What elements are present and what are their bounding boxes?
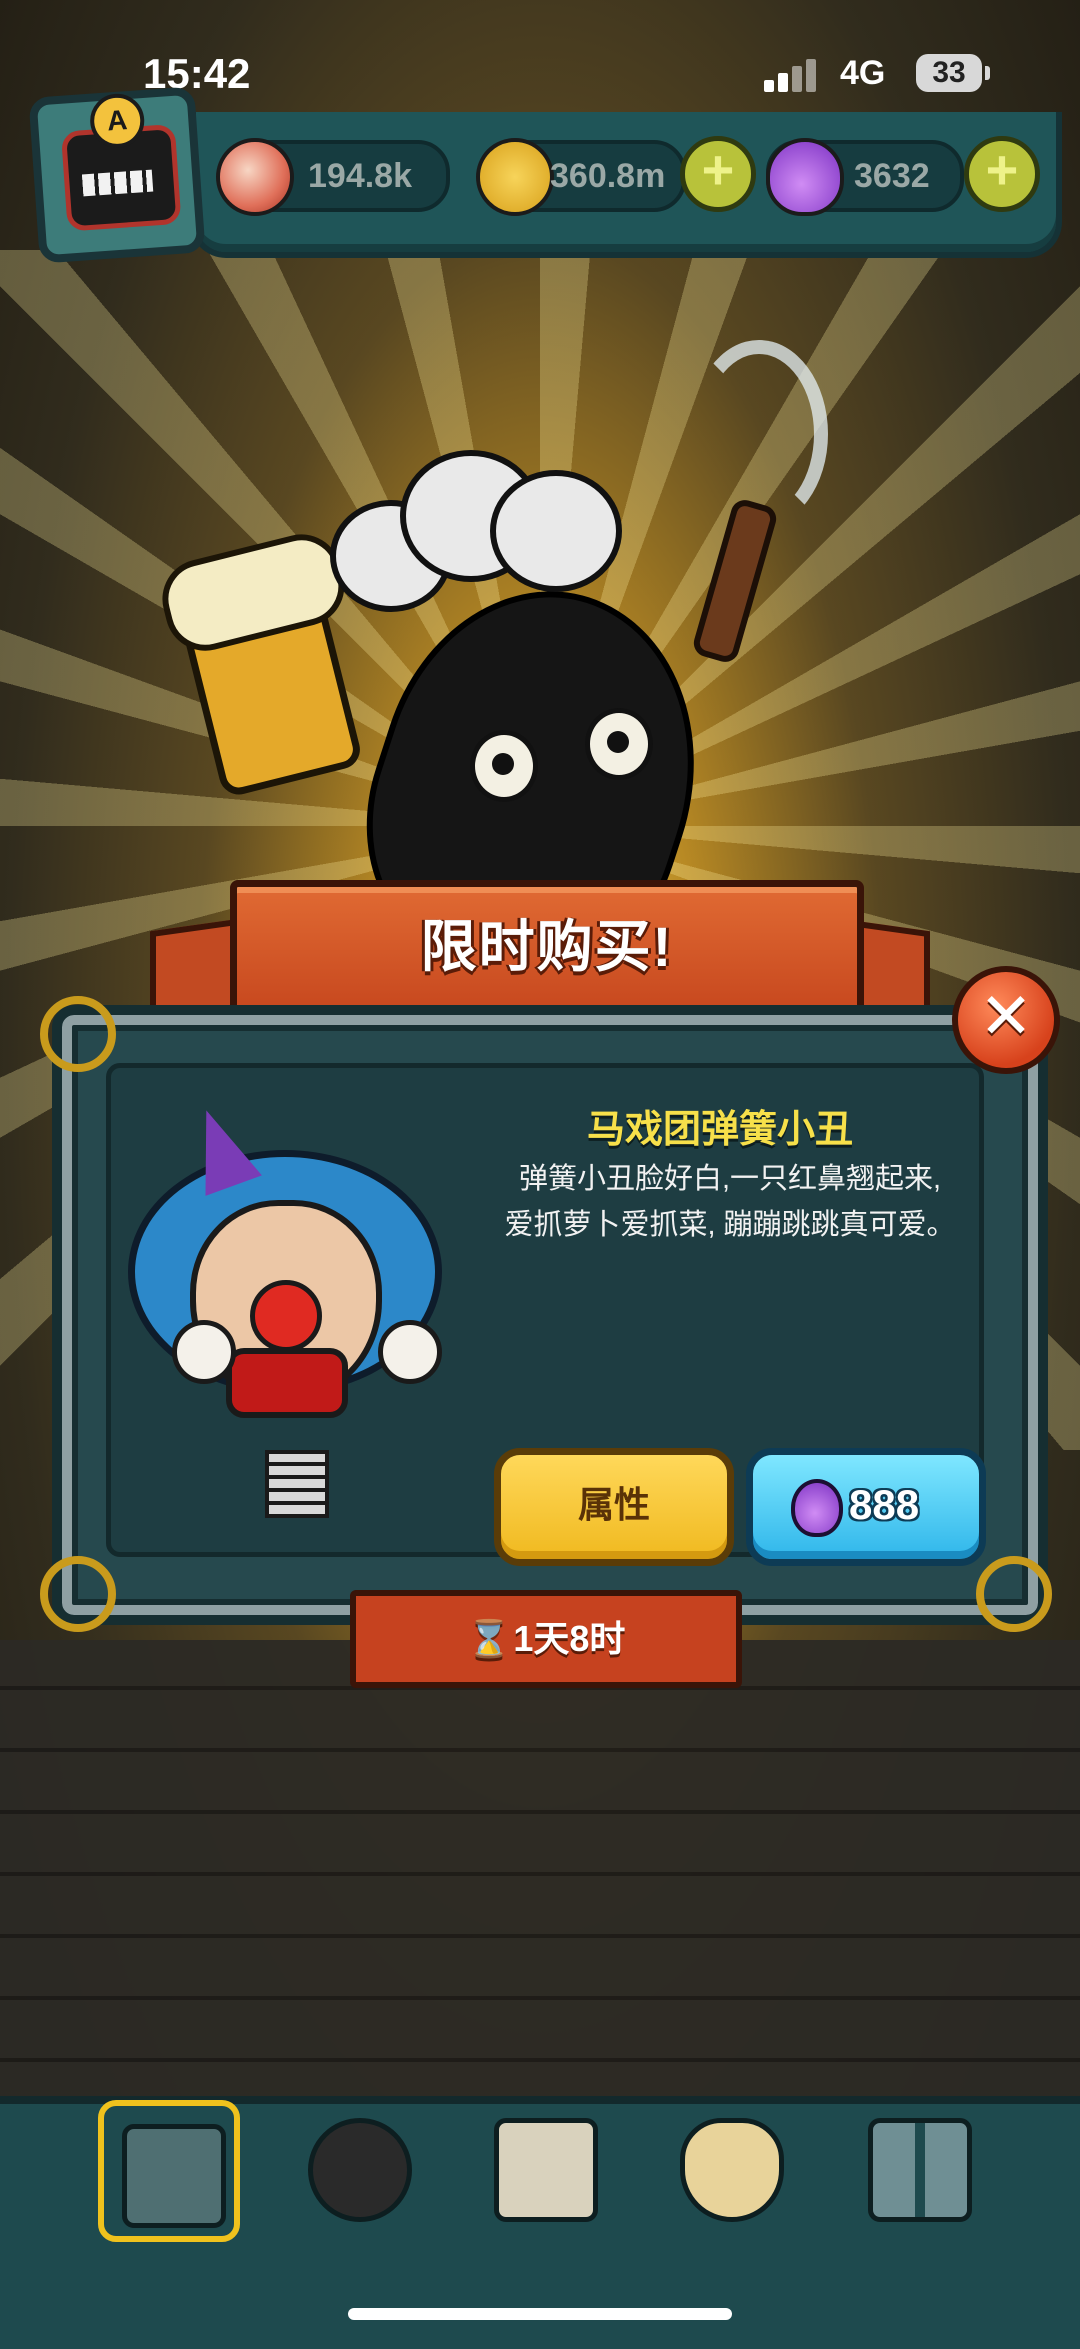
nav-monsters[interactable] <box>290 2100 420 2230</box>
buy-button[interactable]: 888 <box>746 1448 986 1566</box>
nav-shop[interactable] <box>662 2100 792 2230</box>
nav-more[interactable] <box>850 2100 980 2230</box>
network-type: 4G <box>840 54 886 92</box>
nav-recipes[interactable] <box>476 2100 606 2230</box>
coin-icon <box>476 138 554 216</box>
offer-timer: ⌛1天8时 <box>350 1590 742 1688</box>
monster-icon <box>308 2118 412 2222</box>
book-icon <box>494 2118 598 2222</box>
restaurant-icon <box>122 2124 226 2228</box>
description-line-2: 爱抓萝卜爱抓菜, 蹦蹦跳跳真可爱。 <box>504 1209 956 1241</box>
timer-value: 1天8时 <box>513 1618 626 1659</box>
grid-menu-icon <box>868 2118 972 2222</box>
coins-value: 360.8m <box>550 157 666 195</box>
coins-counter: 360.8m <box>476 138 686 216</box>
item-name: 马戏团弹簧小丑 <box>586 1109 853 1151</box>
attributes-button[interactable]: 属性 <box>494 1448 734 1566</box>
close-button[interactable]: ✕ <box>952 966 1060 1074</box>
dungeon-floor <box>0 1640 1080 2120</box>
potions-value: 3632 <box>854 157 930 195</box>
potion-icon <box>766 138 844 216</box>
item-description: 弹簧小丑脸好白,一只红鼻翘起来, 爱抓萝卜爱抓菜, 蹦蹦跳跳真可爱。 <box>480 1156 980 1248</box>
limited-offer-banner: 限时购买! <box>150 880 930 1044</box>
panel-corner-ornament <box>976 1556 1052 1632</box>
description-line-1: 弹簧小丑脸好白,一只红鼻翘起来, <box>518 1163 942 1195</box>
add-coins-button[interactable]: + <box>680 136 756 212</box>
spring-clown-item-image <box>120 1100 450 1518</box>
close-icon: ✕ <box>979 980 1033 1052</box>
signal-icon <box>764 58 824 92</box>
potions-counter: 3632 <box>766 138 964 216</box>
eyeball-icon <box>216 138 294 216</box>
add-potions-button[interactable]: + <box>964 136 1040 212</box>
battery-icon: 33 <box>916 54 990 92</box>
player-avatar[interactable]: A <box>28 86 206 264</box>
money-bag-icon <box>680 2118 784 2222</box>
nav-restaurant[interactable] <box>98 2100 240 2242</box>
hourglass-icon: ⌛ <box>466 1618 512 1659</box>
banner-title: 限时购买! <box>420 915 674 978</box>
home-indicator[interactable] <box>348 2308 732 2320</box>
eyes-value: 194.8k <box>308 157 412 195</box>
potion-icon <box>791 1479 843 1537</box>
eyes-counter: 194.8k <box>216 138 450 216</box>
panel-corner-ornament <box>40 1556 116 1632</box>
price-value: 888 <box>849 1481 920 1528</box>
panel-corner-ornament <box>40 996 116 1072</box>
